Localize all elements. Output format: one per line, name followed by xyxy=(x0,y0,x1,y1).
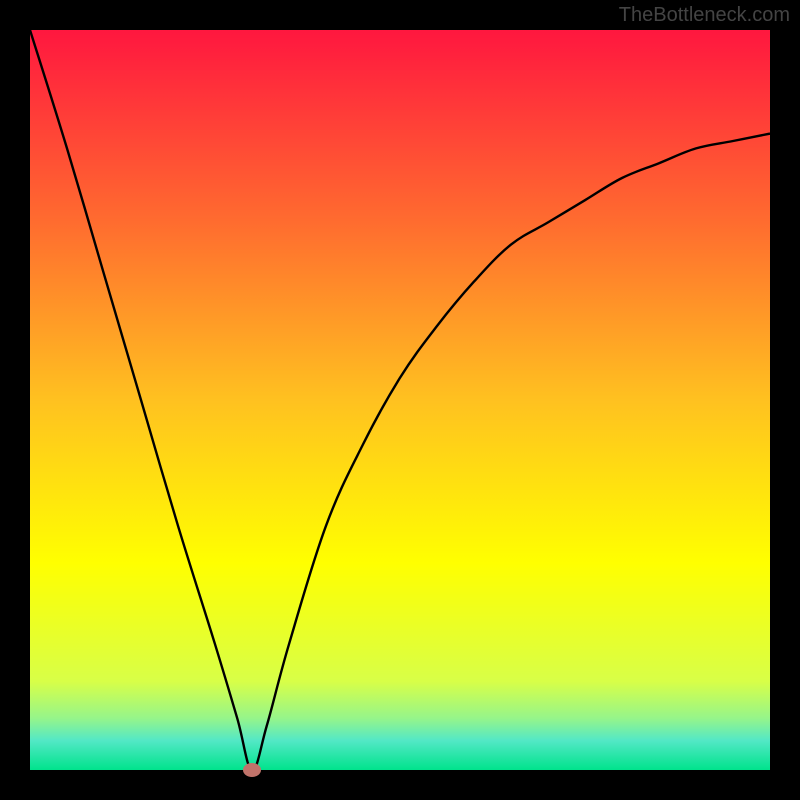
minimum-marker xyxy=(243,763,261,777)
chart-svg xyxy=(30,30,770,770)
watermark-text: TheBottleneck.com xyxy=(619,4,790,27)
bottleneck-chart xyxy=(30,30,770,770)
